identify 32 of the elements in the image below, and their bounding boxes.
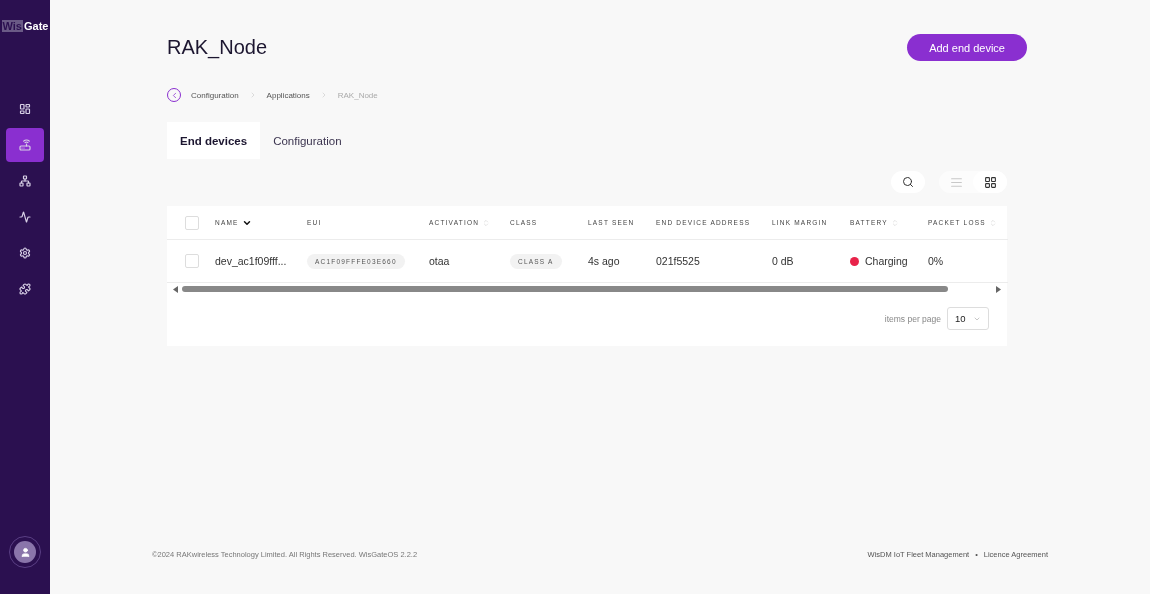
scroll-right-icon[interactable] [996,285,1001,293]
user-icon [19,546,31,558]
search-button[interactable] [891,171,925,193]
breadcrumb-link[interactable]: Configuration [191,90,239,100]
search-icon [902,176,914,188]
add-device-button[interactable]: Add end device [907,34,1027,61]
cell-text: 0% [928,255,944,267]
settings-icon [19,247,31,259]
network-icon [19,175,31,187]
scroll-left-icon[interactable] [173,285,178,293]
items-per-page-label: items per page [884,313,941,324]
page-size-select[interactable]: 10 [947,307,989,330]
router-icon [19,139,31,151]
tab[interactable]: End devices [167,122,261,159]
cell-text: 021f5525 [656,255,700,267]
puzzle-icon [19,283,31,295]
activity-icon [19,211,31,223]
grid-view-icon [983,175,997,189]
cell-text: 0 dB [772,255,794,267]
list-view-icon [949,175,963,189]
status-text: Charging [865,255,908,267]
cell-text: otaa [429,255,450,267]
select-all-checkbox[interactable] [185,215,199,230]
logo: Wis Gate [1,20,49,32]
cell-text: 4s ago [588,255,620,267]
tab[interactable]: Configuration [260,122,355,159]
breadcrumb-link[interactable]: Applications [266,90,310,100]
user-avatar[interactable] [9,536,41,568]
page-title: RAK_Node [167,36,268,59]
dashboard-icon [19,103,31,115]
row-checkbox[interactable] [185,254,199,268]
cell-text: dev_ac1f09fff... [215,255,287,267]
